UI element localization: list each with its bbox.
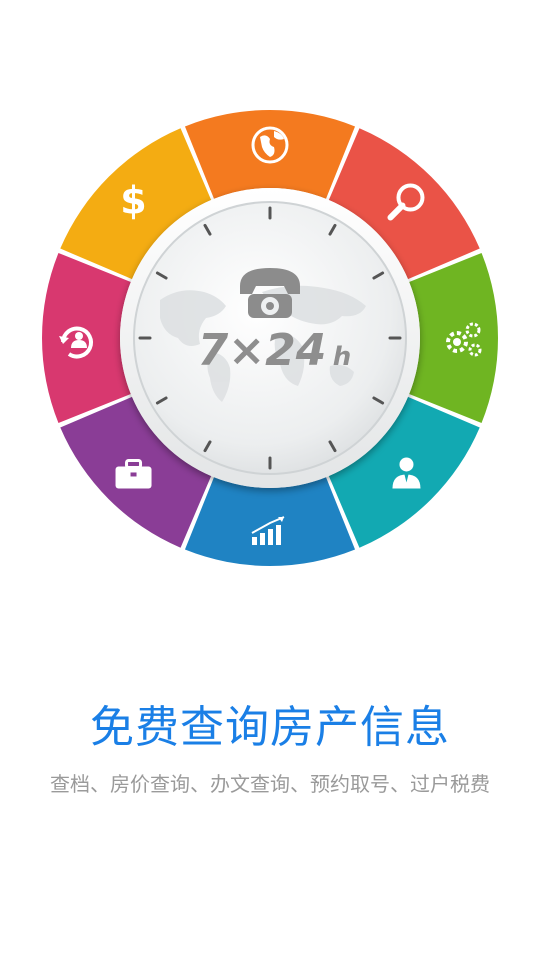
- svg-text:$: $: [120, 179, 146, 223]
- splash-screen: $ 7×24 h 免费查询房产信息 查档、房价查询、办文查询、预约取号、过户税费: [0, 0, 540, 960]
- page-title: 免费查询房产信息: [90, 702, 450, 753]
- service-hours-label: 7×24: [198, 325, 327, 376]
- service-hours-suffix: h: [333, 342, 352, 372]
- dial-segment-refresh[interactable]: [42, 252, 131, 424]
- dial-segment-chart[interactable]: [184, 477, 356, 567]
- dial-segment-settings[interactable]: [409, 252, 499, 424]
- service-dial-graphic: $ 7×24 h: [42, 109, 499, 567]
- dollar-icon: $: [120, 179, 146, 223]
- feature-list-text: 查档、房价查询、办文查询、预约取号、过户税费: [50, 772, 490, 796]
- service-dial: $ 7×24 h: [0, 0, 540, 620]
